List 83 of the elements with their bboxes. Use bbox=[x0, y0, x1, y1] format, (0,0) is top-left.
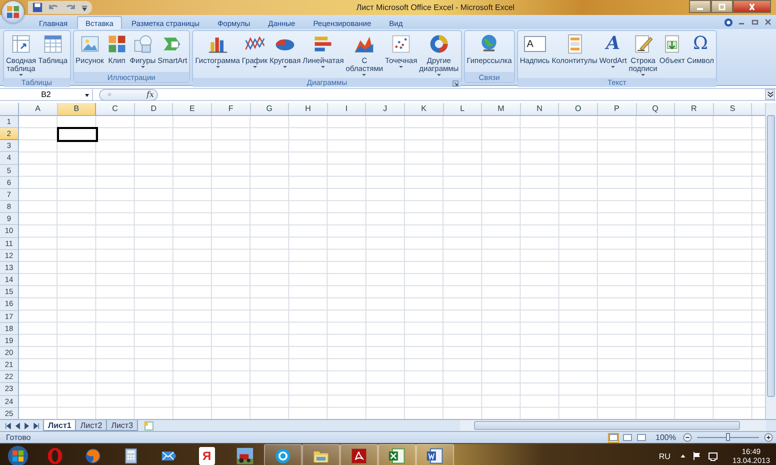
column-header[interactable]: Q bbox=[636, 103, 676, 115]
office-logo-icon bbox=[5, 4, 21, 20]
taskbar-button[interactable] bbox=[416, 444, 454, 465]
sheet-tab[interactable]: Лист2 bbox=[75, 420, 108, 431]
customize-caret-icon[interactable] bbox=[81, 4, 88, 12]
horizontal-scrollbar[interactable] bbox=[460, 420, 766, 431]
column-header[interactable]: E bbox=[173, 103, 212, 115]
office-button[interactable] bbox=[2, 1, 24, 23]
maximize-button[interactable] bbox=[711, 0, 733, 13]
name-box[interactable]: B2 bbox=[0, 88, 93, 100]
caret-icon bbox=[252, 66, 257, 70]
view-button[interactable] bbox=[622, 432, 633, 442]
sheet-nav-icon[interactable] bbox=[4, 422, 12, 430]
view-button[interactable] bbox=[636, 432, 647, 442]
restore-icon[interactable] bbox=[751, 18, 759, 26]
column-header[interactable]: P bbox=[598, 103, 636, 115]
zoom-level[interactable]: 100% bbox=[656, 433, 676, 442]
caret-icon bbox=[216, 66, 220, 70]
taskbar-button[interactable] bbox=[340, 444, 378, 465]
vertical-scrollbar[interactable] bbox=[765, 103, 776, 419]
scatter-chart-icon bbox=[390, 33, 412, 55]
column-header[interactable]: J bbox=[366, 103, 405, 115]
column-header[interactable]: G bbox=[250, 103, 290, 115]
opera-icon bbox=[46, 447, 64, 465]
help-icon[interactable] bbox=[724, 18, 733, 26]
taskbar-button[interactable] bbox=[264, 444, 302, 465]
column-header[interactable]: F bbox=[212, 103, 251, 115]
save-icon[interactable] bbox=[32, 2, 43, 13]
window-title: Лист Microsoft Office Excel - Microsoft Excel bbox=[356, 3, 515, 12]
column-header[interactable]: C bbox=[96, 103, 135, 115]
function-button[interactable]: fx bbox=[146, 90, 154, 99]
column-header[interactable]: N bbox=[520, 103, 560, 115]
skype-icon bbox=[274, 447, 292, 465]
expand-button[interactable] bbox=[765, 89, 775, 100]
pivot-table-icon bbox=[10, 33, 32, 55]
caret-icon bbox=[140, 66, 145, 70]
caret-icon bbox=[611, 66, 616, 70]
caret-icon bbox=[321, 66, 326, 70]
pdf-icon bbox=[350, 447, 368, 465]
status-text: Готово bbox=[6, 433, 31, 442]
sheet-tab[interactable]: Лист1 bbox=[43, 420, 76, 431]
minimize-button[interactable] bbox=[689, 0, 711, 13]
document-icon bbox=[426, 447, 444, 465]
symbol-icon: Ω bbox=[692, 33, 708, 55]
spreadsheet-icon bbox=[388, 447, 406, 465]
show-hidden-icons-icon[interactable] bbox=[680, 453, 686, 459]
caret-icon bbox=[283, 66, 288, 70]
network-icon[interactable] bbox=[708, 451, 718, 461]
column-header[interactable]: I bbox=[328, 103, 366, 115]
close-icon bbox=[747, 2, 757, 10]
cell-grid[interactable] bbox=[19, 116, 765, 419]
selected-cell bbox=[56, 127, 98, 142]
shapes-icon bbox=[132, 33, 154, 55]
zoom-out-icon[interactable] bbox=[683, 433, 692, 442]
column-header[interactable]: B bbox=[58, 103, 96, 115]
column-header[interactable]: O bbox=[559, 103, 598, 115]
language-indicator[interactable]: RU bbox=[658, 452, 670, 460]
sheet-tab[interactable]: Лист3 bbox=[106, 420, 138, 431]
column-header[interactable]: S bbox=[714, 103, 752, 115]
yandex-icon: Я bbox=[198, 447, 215, 465]
taskbar-button[interactable]: Я bbox=[188, 444, 226, 465]
text-box-icon: A bbox=[524, 36, 546, 52]
table-icon bbox=[42, 33, 64, 55]
cancel-icon bbox=[106, 91, 113, 98]
maximize-icon bbox=[717, 2, 727, 10]
close-icon[interactable] bbox=[764, 18, 772, 26]
donut-chart-icon bbox=[428, 33, 450, 55]
symbol-icon: A bbox=[606, 33, 620, 55]
column-header[interactable]: D bbox=[134, 103, 174, 115]
flag-icon[interactable] bbox=[692, 451, 702, 461]
column-header[interactable]: L bbox=[444, 103, 482, 115]
column-header[interactable]: M bbox=[482, 103, 521, 115]
column-header[interactable]: R bbox=[675, 103, 714, 115]
dialog-launcher-icon[interactable] bbox=[452, 80, 459, 86]
view-button[interactable] bbox=[608, 432, 619, 442]
column-header[interactable]: K bbox=[404, 103, 444, 115]
close-button[interactable] bbox=[733, 0, 771, 13]
caret-icon bbox=[399, 66, 404, 70]
caret-icon bbox=[85, 94, 89, 98]
zoom-in-icon[interactable] bbox=[764, 433, 773, 442]
column-header[interactable]: H bbox=[289, 103, 328, 115]
sheet-nav-icon[interactable] bbox=[32, 422, 40, 430]
firefox-icon bbox=[84, 447, 102, 465]
